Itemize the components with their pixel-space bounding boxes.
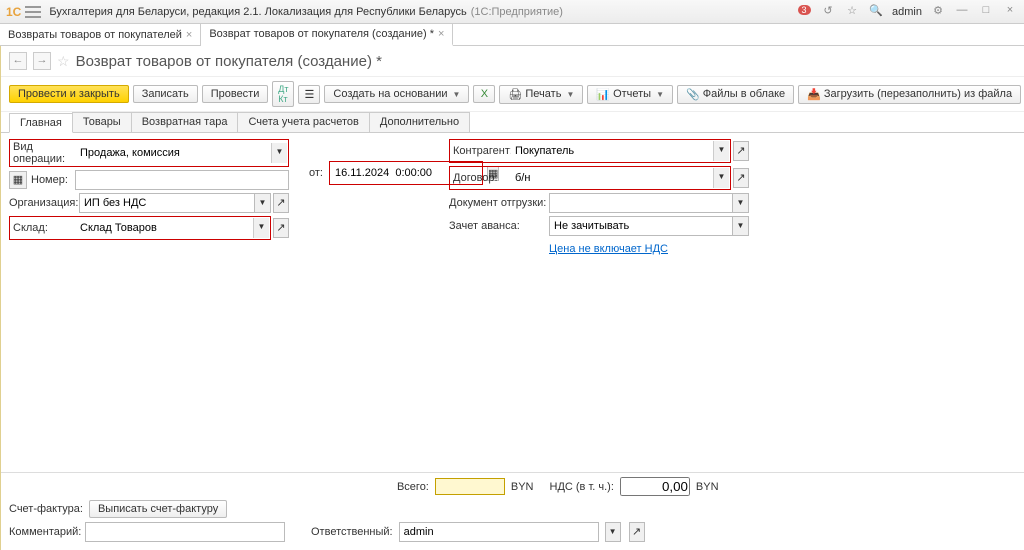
number-toggle-icon[interactable]: ▦: [9, 171, 27, 189]
search-icon[interactable]: 🔍: [868, 4, 884, 20]
load-from-file-button[interactable]: 📥 Загрузить (перезаполнить) из файла: [798, 85, 1021, 104]
org-input[interactable]: [79, 193, 255, 213]
subtab[interactable]: Счета учета расчетов: [237, 112, 369, 132]
counterparty-label: Контрагент:: [451, 145, 511, 157]
subtab[interactable]: Возвратная тара: [131, 112, 239, 132]
open-button[interactable]: ↗: [733, 141, 749, 161]
contract-input[interactable]: [511, 168, 713, 188]
responsible-label: Ответственный:: [311, 526, 393, 538]
subtab[interactable]: Товары: [72, 112, 132, 132]
warehouse-label: Склад:: [11, 222, 76, 234]
close-tab-icon[interactable]: ×: [186, 29, 192, 41]
number-label: Номер:: [31, 174, 75, 186]
comment-input[interactable]: [85, 522, 285, 542]
advance-label: Зачет аванса:: [449, 220, 549, 232]
dropdown-icon[interactable]: ▼: [733, 216, 749, 236]
window-tab-doc[interactable]: Возврат товаров от покупателя (создание)…: [201, 24, 453, 46]
post-and-close-button[interactable]: Провести и закрыть: [9, 85, 129, 103]
number-input[interactable]: [75, 170, 289, 190]
print-button[interactable]: 🖨 Печать▼: [499, 85, 583, 104]
total-label: Всего:: [397, 481, 429, 493]
vat-mode-link[interactable]: Цена не включает НДС: [549, 243, 668, 255]
window-tab-label: Возврат товаров от покупателя (создание)…: [209, 28, 434, 40]
warehouse-input[interactable]: [76, 218, 253, 238]
minimize-icon[interactable]: —: [954, 4, 970, 20]
responsible-input[interactable]: [399, 522, 599, 542]
write-invoice-button[interactable]: Выписать счет-фактуру: [89, 500, 227, 518]
favorites-icon[interactable]: ☆: [844, 4, 860, 20]
dropdown-icon[interactable]: ▼: [713, 141, 729, 161]
close-icon[interactable]: ×: [1002, 4, 1018, 20]
contract-label: Договор:: [451, 172, 511, 184]
subtab[interactable]: Дополнительно: [369, 112, 470, 132]
open-button[interactable]: ↗: [273, 218, 289, 238]
close-tab-icon[interactable]: ×: [438, 28, 444, 40]
create-based-button[interactable]: Создать на основании▼: [324, 85, 469, 103]
back-button[interactable]: ←: [9, 52, 27, 70]
structure-button[interactable]: ☰: [298, 85, 320, 104]
write-button[interactable]: Записать: [133, 85, 198, 103]
notification-icon[interactable]: 3: [796, 4, 812, 20]
comment-label: Комментарий:: [9, 526, 79, 538]
dropdown-icon[interactable]: ▼: [713, 168, 729, 188]
app-logo: 1C: [6, 5, 21, 19]
post-button[interactable]: Провести: [202, 85, 269, 103]
vat-total-input: [620, 477, 690, 496]
dropdown-icon[interactable]: ▼: [255, 193, 271, 213]
counterparty-input[interactable]: [511, 141, 713, 161]
app-mode: (1С:Предприятие): [471, 6, 563, 18]
invoice-label: Счет-фактура:: [9, 503, 83, 515]
maximize-icon[interactable]: □: [978, 4, 994, 20]
reports-button[interactable]: 📊 Отчеты▼: [587, 85, 673, 104]
currency-label: BYN: [696, 481, 719, 493]
dropdown-icon[interactable]: ▼: [253, 218, 269, 238]
total-input[interactable]: [435, 478, 505, 495]
open-button[interactable]: ↗: [733, 168, 749, 188]
settings-icon[interactable]: ⚙: [930, 4, 946, 20]
vat-total-label: НДС (в т. ч.):: [550, 481, 614, 493]
dropdown-icon[interactable]: ▼: [605, 522, 621, 542]
dt-kt-button[interactable]: ДтКт: [272, 81, 294, 107]
history-icon[interactable]: ↺: [820, 4, 836, 20]
user-label[interactable]: admin: [892, 6, 922, 18]
main-menu-icon[interactable]: [25, 6, 41, 18]
open-button[interactable]: ↗: [629, 522, 645, 542]
currency-label: BYN: [511, 481, 534, 493]
shipment-doc-label: Документ отгрузки:: [449, 197, 549, 209]
window-tab-list[interactable]: Возвраты товаров от покупателей ×: [0, 24, 201, 45]
window-tab-label: Возвраты товаров от покупателей: [8, 29, 182, 41]
open-button[interactable]: ↗: [273, 193, 289, 213]
dropdown-icon[interactable]: ▼: [733, 193, 749, 213]
forward-button[interactable]: →: [33, 52, 51, 70]
page-title: Возврат товаров от покупателя (создание)…: [76, 53, 382, 70]
op-type-input[interactable]: [76, 143, 271, 163]
dropdown-icon[interactable]: ▼: [271, 143, 287, 163]
advance-input[interactable]: [549, 216, 733, 236]
excel-button[interactable]: X: [473, 85, 495, 103]
shipment-doc-input[interactable]: [549, 193, 733, 213]
date-from-label: от:: [309, 167, 323, 179]
star-icon[interactable]: ☆: [57, 53, 70, 70]
subtab[interactable]: Главная: [9, 113, 73, 133]
op-type-label: Вид операции:: [11, 141, 76, 165]
org-label: Организация:: [9, 197, 79, 209]
cloud-files-button[interactable]: 📎 Файлы в облаке: [677, 85, 794, 104]
app-title: Бухгалтерия для Беларуси, редакция 2.1. …: [49, 6, 466, 18]
